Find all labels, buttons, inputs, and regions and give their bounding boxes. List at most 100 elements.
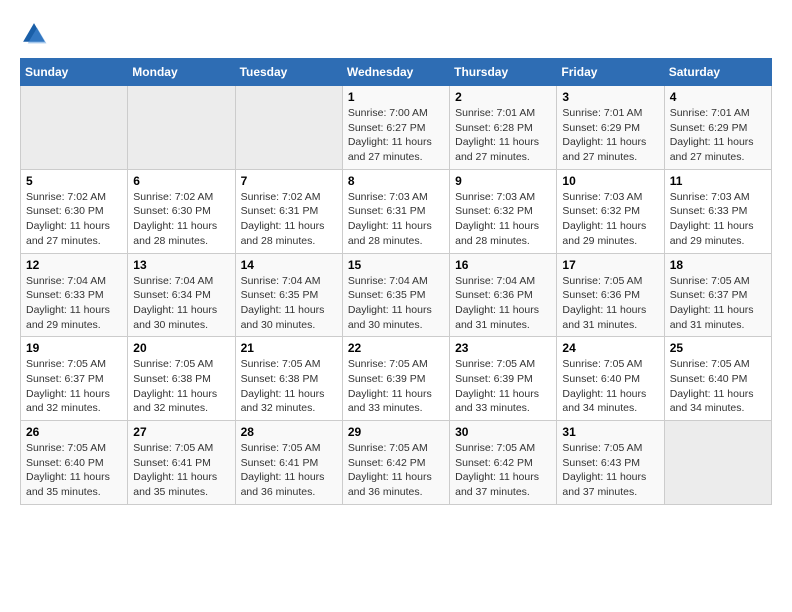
day-number: 10 — [562, 174, 658, 188]
day-number: 5 — [26, 174, 122, 188]
day-number: 17 — [562, 258, 658, 272]
day-number: 12 — [26, 258, 122, 272]
calendar-cell: 22 Sunrise: 7:05 AMSunset: 6:39 PMDayligh… — [342, 337, 449, 421]
day-info: Sunrise: 7:04 AMSunset: 6:35 PMDaylight:… — [241, 274, 337, 333]
logo-icon — [20, 20, 48, 48]
day-number: 11 — [670, 174, 766, 188]
day-info: Sunrise: 7:02 AMSunset: 6:30 PMDaylight:… — [133, 190, 229, 249]
calendar-cell: 26 Sunrise: 7:05 AMSunset: 6:40 PMDayligh… — [21, 421, 128, 505]
day-info: Sunrise: 7:05 AMSunset: 6:38 PMDaylight:… — [133, 357, 229, 416]
day-info: Sunrise: 7:05 AMSunset: 6:42 PMDaylight:… — [348, 441, 444, 500]
day-info: Sunrise: 7:05 AMSunset: 6:42 PMDaylight:… — [455, 441, 551, 500]
calendar-week-row: 26 Sunrise: 7:05 AMSunset: 6:40 PMDayligh… — [21, 421, 772, 505]
day-info: Sunrise: 7:01 AMSunset: 6:28 PMDaylight:… — [455, 106, 551, 165]
calendar-cell: 29 Sunrise: 7:05 AMSunset: 6:42 PMDayligh… — [342, 421, 449, 505]
calendar-cell: 23 Sunrise: 7:05 AMSunset: 6:39 PMDayligh… — [450, 337, 557, 421]
day-info: Sunrise: 7:01 AMSunset: 6:29 PMDaylight:… — [670, 106, 766, 165]
day-info: Sunrise: 7:05 AMSunset: 6:40 PMDaylight:… — [26, 441, 122, 500]
day-info: Sunrise: 7:05 AMSunset: 6:39 PMDaylight:… — [348, 357, 444, 416]
calendar-header-row: SundayMondayTuesdayWednesdayThursdayFrid… — [21, 59, 772, 86]
day-number: 9 — [455, 174, 551, 188]
calendar-week-row: 5 Sunrise: 7:02 AMSunset: 6:30 PMDaylight… — [21, 169, 772, 253]
calendar-cell: 20 Sunrise: 7:05 AMSunset: 6:38 PMDayligh… — [128, 337, 235, 421]
day-number: 1 — [348, 90, 444, 104]
day-info: Sunrise: 7:04 AMSunset: 6:33 PMDaylight:… — [26, 274, 122, 333]
calendar-cell: 8Sunrise: 7:03 AMSunset: 6:31 PMDaylight… — [342, 169, 449, 253]
day-number: 13 — [133, 258, 229, 272]
day-info: Sunrise: 7:03 AMSunset: 6:32 PMDaylight:… — [455, 190, 551, 249]
calendar-cell: 9 Sunrise: 7:03 AMSunset: 6:32 PMDaylight… — [450, 169, 557, 253]
day-number: 31 — [562, 425, 658, 439]
day-info: Sunrise: 7:05 AMSunset: 6:36 PMDaylight:… — [562, 274, 658, 333]
calendar-cell: 17 Sunrise: 7:05 AMSunset: 6:36 PMDayligh… — [557, 253, 664, 337]
calendar-cell: 4 Sunrise: 7:01 AMSunset: 6:29 PMDaylight… — [664, 86, 771, 170]
calendar-cell — [128, 86, 235, 170]
calendar-cell: 2 Sunrise: 7:01 AMSunset: 6:28 PMDaylight… — [450, 86, 557, 170]
day-header-monday: Monday — [128, 59, 235, 86]
day-number: 21 — [241, 341, 337, 355]
day-info: Sunrise: 7:03 AMSunset: 6:33 PMDaylight:… — [670, 190, 766, 249]
calendar-cell — [664, 421, 771, 505]
calendar-cell: 27 Sunrise: 7:05 AMSunset: 6:41 PMDayligh… — [128, 421, 235, 505]
day-header-saturday: Saturday — [664, 59, 771, 86]
day-info: Sunrise: 7:05 AMSunset: 6:38 PMDaylight:… — [241, 357, 337, 416]
calendar-cell: 12 Sunrise: 7:04 AMSunset: 6:33 PMDayligh… — [21, 253, 128, 337]
day-info: Sunrise: 7:05 AMSunset: 6:37 PMDaylight:… — [26, 357, 122, 416]
day-number: 6 — [133, 174, 229, 188]
calendar-cell: 7 Sunrise: 7:02 AMSunset: 6:31 PMDaylight… — [235, 169, 342, 253]
day-number: 27 — [133, 425, 229, 439]
day-number: 24 — [562, 341, 658, 355]
day-header-wednesday: Wednesday — [342, 59, 449, 86]
day-info: Sunrise: 7:05 AMSunset: 6:41 PMDaylight:… — [133, 441, 229, 500]
day-number: 19 — [26, 341, 122, 355]
day-info: Sunrise: 7:05 AMSunset: 6:37 PMDaylight:… — [670, 274, 766, 333]
calendar-cell: 13 Sunrise: 7:04 AMSunset: 6:34 PMDayligh… — [128, 253, 235, 337]
day-info: Sunrise: 7:05 AMSunset: 6:39 PMDaylight:… — [455, 357, 551, 416]
day-number: 14 — [241, 258, 337, 272]
calendar-cell — [21, 86, 128, 170]
day-number: 20 — [133, 341, 229, 355]
day-number: 16 — [455, 258, 551, 272]
day-number: 30 — [455, 425, 551, 439]
day-info: Sunrise: 7:05 AMSunset: 6:43 PMDaylight:… — [562, 441, 658, 500]
day-header-thursday: Thursday — [450, 59, 557, 86]
calendar-week-row: 19 Sunrise: 7:05 AMSunset: 6:37 PMDayligh… — [21, 337, 772, 421]
day-info: Sunrise: 7:03 AMSunset: 6:32 PMDaylight:… — [562, 190, 658, 249]
calendar-cell: 21 Sunrise: 7:05 AMSunset: 6:38 PMDayligh… — [235, 337, 342, 421]
day-number: 2 — [455, 90, 551, 104]
day-info: Sunrise: 7:04 AMSunset: 6:35 PMDaylight:… — [348, 274, 444, 333]
day-info: Sunrise: 7:04 AMSunset: 6:36 PMDaylight:… — [455, 274, 551, 333]
calendar-cell: 31 Sunrise: 7:05 AMSunset: 6:43 PMDayligh… — [557, 421, 664, 505]
day-number: 3 — [562, 90, 658, 104]
calendar-cell: 28 Sunrise: 7:05 AMSunset: 6:41 PMDayligh… — [235, 421, 342, 505]
day-header-friday: Friday — [557, 59, 664, 86]
calendar-table: SundayMondayTuesdayWednesdayThursdayFrid… — [20, 58, 772, 505]
calendar-cell: 3Sunrise: 7:01 AMSunset: 6:29 PMDaylight… — [557, 86, 664, 170]
day-number: 15 — [348, 258, 444, 272]
calendar-cell: 24 Sunrise: 7:05 AMSunset: 6:40 PMDayligh… — [557, 337, 664, 421]
calendar-cell: 25Sunrise: 7:05 AMSunset: 6:40 PMDayligh… — [664, 337, 771, 421]
day-info: Sunrise: 7:04 AMSunset: 6:34 PMDaylight:… — [133, 274, 229, 333]
day-number: 28 — [241, 425, 337, 439]
day-info: Sunrise: 7:05 AMSunset: 6:41 PMDaylight:… — [241, 441, 337, 500]
day-info: Sunrise: 7:03 AMSunset: 6:31 PMDaylight:… — [348, 190, 444, 249]
day-number: 23 — [455, 341, 551, 355]
calendar-cell: 5Sunrise: 7:02 AMSunset: 6:30 PMDaylight… — [21, 169, 128, 253]
calendar-cell: 30 Sunrise: 7:05 AMSunset: 6:42 PMDayligh… — [450, 421, 557, 505]
calendar-cell: 1Sunrise: 7:00 AMSunset: 6:27 PMDaylight… — [342, 86, 449, 170]
day-number: 18 — [670, 258, 766, 272]
day-number: 22 — [348, 341, 444, 355]
calendar-week-row: 1Sunrise: 7:00 AMSunset: 6:27 PMDaylight… — [21, 86, 772, 170]
day-info: Sunrise: 7:02 AMSunset: 6:31 PMDaylight:… — [241, 190, 337, 249]
day-header-sunday: Sunday — [21, 59, 128, 86]
day-number: 7 — [241, 174, 337, 188]
day-header-tuesday: Tuesday — [235, 59, 342, 86]
calendar-cell: 11 Sunrise: 7:03 AMSunset: 6:33 PMDayligh… — [664, 169, 771, 253]
day-number: 29 — [348, 425, 444, 439]
calendar-cell: 14 Sunrise: 7:04 AMSunset: 6:35 PMDayligh… — [235, 253, 342, 337]
day-info: Sunrise: 7:05 AMSunset: 6:40 PMDaylight:… — [562, 357, 658, 416]
day-info: Sunrise: 7:05 AMSunset: 6:40 PMDaylight:… — [670, 357, 766, 416]
calendar-cell: 6 Sunrise: 7:02 AMSunset: 6:30 PMDaylight… — [128, 169, 235, 253]
day-number: 26 — [26, 425, 122, 439]
day-number: 4 — [670, 90, 766, 104]
